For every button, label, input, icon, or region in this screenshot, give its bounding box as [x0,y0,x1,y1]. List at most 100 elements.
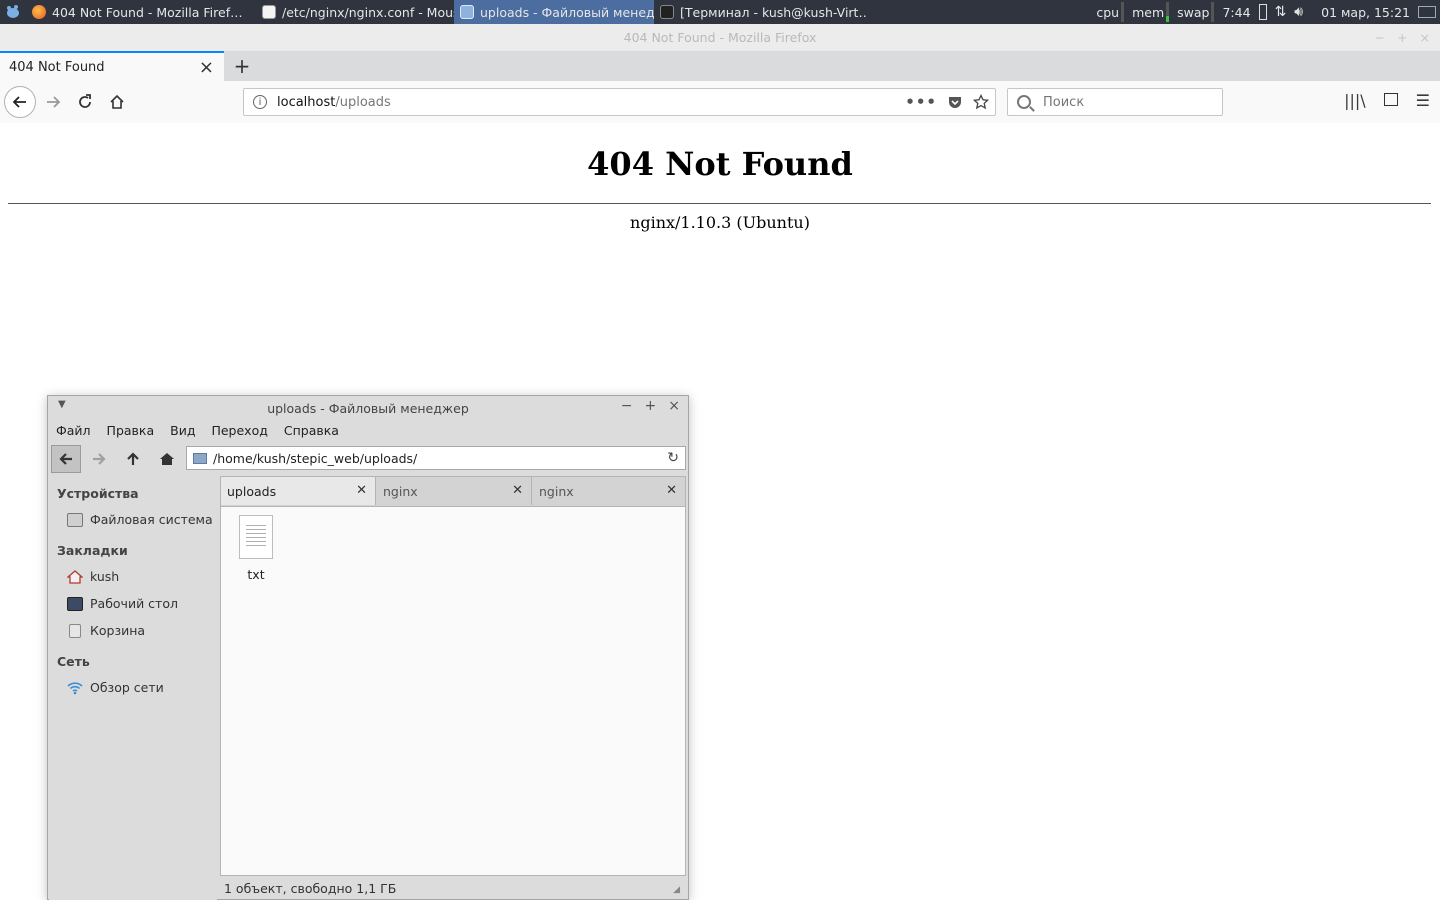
minimize-icon[interactable]: − [621,398,633,414]
whisker-menu-button[interactable] [0,0,26,24]
back-button[interactable] [4,86,36,118]
task-label: [Терминал - kush@kush-Virt… [680,4,866,20]
menu-view[interactable]: Вид [170,423,195,438]
page-heading: 404 Not Found [587,145,853,183]
task-firefox[interactable]: 404 Not Found - Mozilla Firef… [26,0,256,24]
url-text[interactable]: localhost/uploads [277,95,391,110]
sidebar-item-filesystem[interactable]: Файловая система [49,506,217,533]
home-icon [110,94,124,109]
fm-back-button[interactable] [51,445,81,473]
text-editor-icon [262,5,276,19]
fm-title: uploads - Файловый менеджер [267,400,469,416]
arrow-right-icon [47,96,61,108]
task-mousepad[interactable]: /etc/nginx/nginx.conf - Mous… [256,0,454,24]
new-tab-icon[interactable]: + [232,51,252,81]
sidebar-item-kush[interactable]: kush [49,563,217,590]
drive-icon [67,512,83,527]
trash-icon [69,623,81,638]
fm-file-view[interactable]: uploads ✕ nginx ✕ nginx ✕ txt [220,476,686,876]
fm-path-bar[interactable]: /home/kush/stepic_web/uploads/ ↻ [186,446,686,470]
resize-grip-icon[interactable]: ◢ [673,885,680,895]
fm-statusbar: 1 объект, свободно 1,1 ГБ ◢ [220,877,686,899]
arrow-up-icon [127,452,139,465]
xfce-mouse-icon [7,5,19,18]
status-text: 1 объект, свободно 1,1 ГБ [224,880,397,896]
menu-edit[interactable]: Правка [107,423,155,438]
reload-button[interactable] [69,86,101,118]
fm-tabs: uploads ✕ nginx ✕ nginx ✕ [221,477,685,507]
volume-icon[interactable]: 🔊︎ [1294,4,1303,20]
reload-icon [79,94,91,108]
minimize-icon[interactable]: − [1375,24,1385,51]
task-label: /etc/nginx/nginx.conf - Mous… [282,4,454,20]
sidebar-item-trash[interactable]: Корзина [49,617,217,644]
window-menu-icon[interactable]: ▼ [58,399,66,410]
sidebar-toggle-icon[interactable] [1383,93,1398,106]
library-icon[interactable]: |||\ [1344,91,1366,110]
network-arrows-icon[interactable]: ⇅ [1275,4,1287,20]
browser-tab[interactable]: 404 Not Found × [0,51,224,81]
url-bar[interactable]: i localhost/uploads ••• [243,88,996,116]
arrow-right-icon [93,453,106,465]
desktop-icon [67,596,83,611]
fm-toolbar: /home/kush/stepic_web/uploads/ ↻ [48,440,688,474]
firefox-window-title: 404 Not Found - Mozilla Firefox − + × [0,24,1440,51]
fm-forward-button[interactable] [84,445,114,473]
menu-file[interactable]: Файл [56,423,91,438]
sidebar-item-browse-network[interactable]: Обзор сети [49,674,217,701]
file-name: txt [247,567,265,582]
menu-go[interactable]: Переход [211,423,267,438]
task-terminal[interactable]: [Терминал - kush@kush-Virt… [654,0,866,24]
fm-menubar: Файл Правка Вид Переход Справка [48,420,688,440]
mem-monitor[interactable]: mem [1132,2,1170,22]
show-desktop-icon[interactable] [1418,6,1436,18]
search-input[interactable] [1041,93,1215,111]
reload-icon[interactable]: ↻ [667,450,679,466]
folder-icon [193,452,207,464]
task-label: uploads - Файловый менед… [480,4,654,20]
battery-time: 7:44 [1222,4,1251,20]
fm-tab-uploads[interactable]: uploads ✕ [221,477,376,505]
fm-sidebar: Устройства Файловая система Закладки kus… [49,476,217,900]
cpu-monitor[interactable]: cpu [1096,2,1125,22]
fm-path-text[interactable]: /home/kush/stepic_web/uploads/ [213,451,417,466]
close-tab-icon[interactable]: ✕ [666,483,677,498]
maximize-icon[interactable]: + [645,398,657,414]
close-icon[interactable]: × [668,398,680,414]
sidebar-item-desktop[interactable]: Рабочий стол [49,590,217,617]
fm-home-button[interactable] [152,445,182,473]
fm-up-button[interactable] [118,445,148,473]
clock[interactable]: 01 мар, 15:21 [1321,5,1410,20]
firefox-icon [32,5,46,19]
site-info-icon[interactable]: i [253,95,267,109]
firefox-tabbar: 404 Not Found × + [0,51,1440,81]
menu-help[interactable]: Справка [284,423,339,438]
page-actions-icon[interactable]: ••• [905,93,937,111]
wifi-icon [67,681,83,694]
sidebar-header-network: Сеть [57,654,90,669]
firefox-navbar: i localhost/uploads ••• |||\ ☰ [0,81,1440,124]
arrow-left-icon [12,96,26,108]
close-tab-icon[interactable]: × [199,57,214,78]
bookmark-star-icon[interactable] [973,94,989,110]
search-bar[interactable] [1007,88,1223,116]
task-file-manager[interactable]: uploads - Файловый менед… [454,0,654,24]
arrow-left-icon [59,453,72,465]
hamburger-menu-icon[interactable]: ☰ [1416,91,1430,110]
close-tab-icon[interactable]: ✕ [512,483,523,498]
forward-button[interactable] [37,86,69,118]
search-icon [1017,95,1031,109]
close-tab-icon[interactable]: ✕ [356,483,367,498]
pocket-icon[interactable] [947,94,963,110]
home-button[interactable] [101,86,133,118]
sidebar-header-bookmarks: Закладки [57,543,128,558]
maximize-icon[interactable]: + [1397,24,1407,51]
fm-titlebar[interactable]: ▼ uploads - Файловый менеджер − + × [48,396,688,420]
close-icon[interactable]: × [1420,24,1430,51]
file-item[interactable]: txt [233,515,279,582]
fm-tab-nginx-2[interactable]: nginx ✕ [533,477,685,505]
divider [8,203,1431,204]
fm-tab-nginx[interactable]: nginx ✕ [377,477,532,505]
battery-icon[interactable] [1258,4,1267,20]
swap-monitor[interactable]: swap [1177,2,1215,22]
